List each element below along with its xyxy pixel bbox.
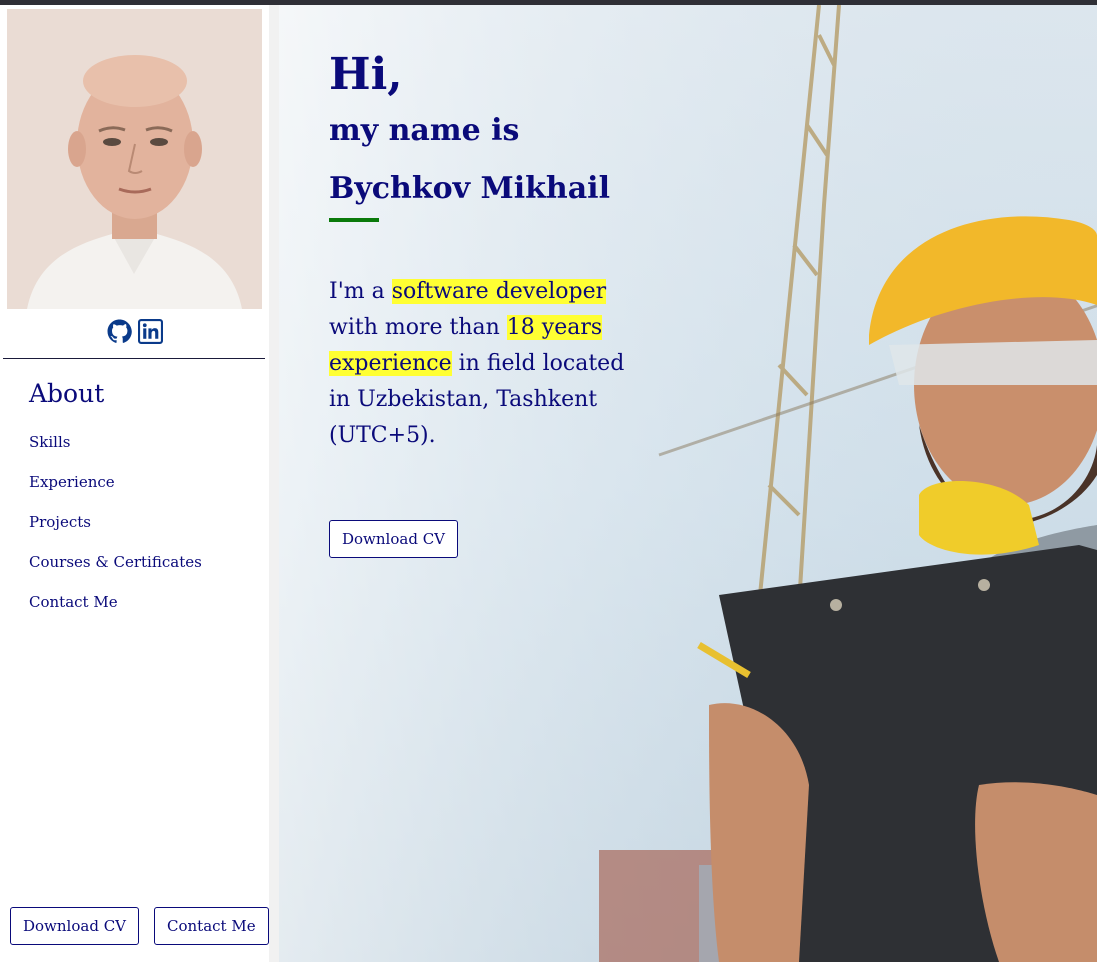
- sidebar-scroll-gutter: [269, 5, 279, 962]
- name-underline: [329, 218, 379, 222]
- bio-highlight-role: software developer: [391, 279, 607, 304]
- github-icon[interactable]: [107, 319, 132, 344]
- hero-content: Hi, my name is Bychkov Mikhail I'm a sof…: [329, 47, 629, 558]
- hero-name: Bychkov Mikhail: [329, 171, 610, 206]
- sidebar-item-skills[interactable]: Skills: [29, 429, 202, 469]
- profile-photo: [7, 9, 262, 309]
- bio-text-2: with more than: [329, 315, 507, 340]
- hero-greeting: Hi,: [329, 49, 403, 100]
- hero-bio: I'm a software developer with more than …: [329, 274, 629, 454]
- sidebar-download-cv-button[interactable]: Download CV: [10, 907, 140, 945]
- social-links: [0, 319, 269, 349]
- bio-text-1: I'm a: [329, 279, 392, 304]
- hero-intro: my name is: [329, 113, 520, 148]
- sidebar-divider: [3, 358, 265, 359]
- sidebar-item-experience[interactable]: Experience: [29, 469, 202, 509]
- sidebar: About Skills Experience Projects Courses…: [0, 5, 269, 962]
- sidebar-contact-button[interactable]: Contact Me: [154, 907, 269, 945]
- nav-title-about[interactable]: About: [29, 379, 104, 408]
- linkedin-icon[interactable]: [137, 319, 163, 344]
- sidebar-buttons: Download CV Contact Me: [10, 907, 269, 945]
- sidebar-item-contact[interactable]: Contact Me: [29, 589, 202, 629]
- sidebar-item-courses[interactable]: Courses & Certificates: [29, 549, 202, 589]
- hero-section: Hi, my name is Bychkov Mikhail I'm a sof…: [279, 5, 1097, 962]
- hero-download-cv-button[interactable]: Download CV: [329, 520, 459, 558]
- sidebar-nav: Skills Experience Projects Courses & Cer…: [29, 429, 202, 629]
- sidebar-item-projects[interactable]: Projects: [29, 509, 202, 549]
